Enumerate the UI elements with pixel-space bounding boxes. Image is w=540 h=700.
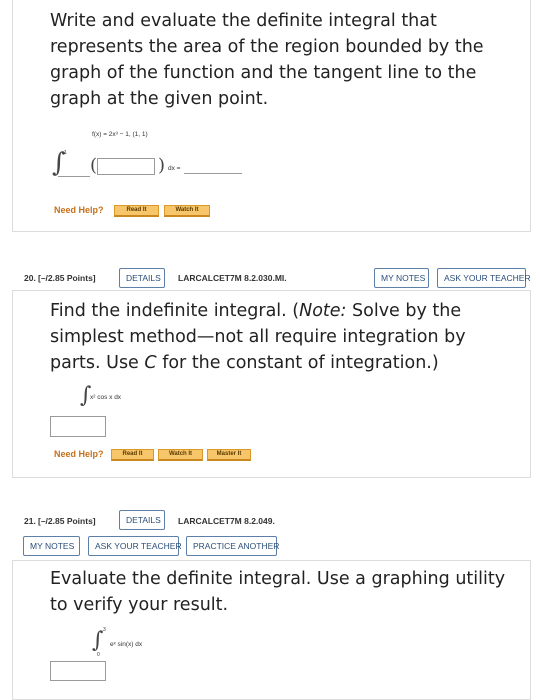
read-it-button[interactable]: Read It [114,205,159,217]
details-button[interactable]: DETAILS [119,510,165,530]
details-button[interactable]: DETAILS [119,268,165,288]
answer-line[interactable] [184,173,242,174]
q20-text-part1: Find the indefinite integral. ( [50,301,300,321]
need-help-label: Need Help? [54,205,104,215]
need-help-label: Need Help? [54,449,104,459]
close-paren: ) [158,155,166,176]
open-paren: ( [90,155,98,176]
ask-your-teacher-button[interactable]: ASK YOUR TEACHER [437,268,531,288]
integral-lower-limit: 0 [97,652,100,658]
ask-your-teacher-button[interactable]: ASK YOUR TEACHER [88,536,182,556]
my-notes-button[interactable]: MY NOTES [23,536,80,556]
integrand-input[interactable] [97,158,155,175]
q21-answer-input[interactable] [50,661,106,681]
q20-c-label: C [144,353,157,373]
function-expression: f(x) = 2x³ − 1, (1, 1) [92,131,148,138]
dx-equals: dx = [168,165,181,172]
q21-integrand: eˣ sin(x) dx [110,641,143,648]
integral-upper-limit: 3 [103,627,106,633]
lower-limit-line [58,176,90,177]
question-20-text: Find the indefinite integral. (Note: Sol… [50,298,520,376]
question-21-points: [–/2.85 Points] [38,516,96,526]
q20-integrand: x² cos x dx [90,394,122,401]
question-20-number: 20. [24,273,36,283]
question-21-code: LARCALCET7M 8.2.049. [178,516,275,526]
q20-answer-input[interactable] [50,416,106,437]
watch-it-button[interactable]: Watch It [164,205,210,217]
question-21-number: 21. [24,516,36,526]
my-notes-button[interactable]: MY NOTES [374,268,429,288]
question-20-points: [–/2.85 Points] [38,273,96,283]
question-20-code: LARCALCET7M 8.2.030.MI. [178,273,287,283]
integral-upper-limit: 1 [64,150,67,156]
q20-text-part3: for the constant of integration.) [156,353,439,373]
question-21-text: Evaluate the definite integral. Use a gr… [50,569,506,615]
read-it-button[interactable]: Read It [111,449,154,461]
question-19-text: Write and evaluate the definite integral… [50,11,484,109]
q20-note-label: Note: [299,301,347,321]
practice-another-button[interactable]: PRACTICE ANOTHER [186,536,279,556]
watch-it-button[interactable]: Watch It [158,449,203,461]
master-it-button[interactable]: Master It [207,449,251,461]
integral-sign: ∫ [92,628,104,653]
